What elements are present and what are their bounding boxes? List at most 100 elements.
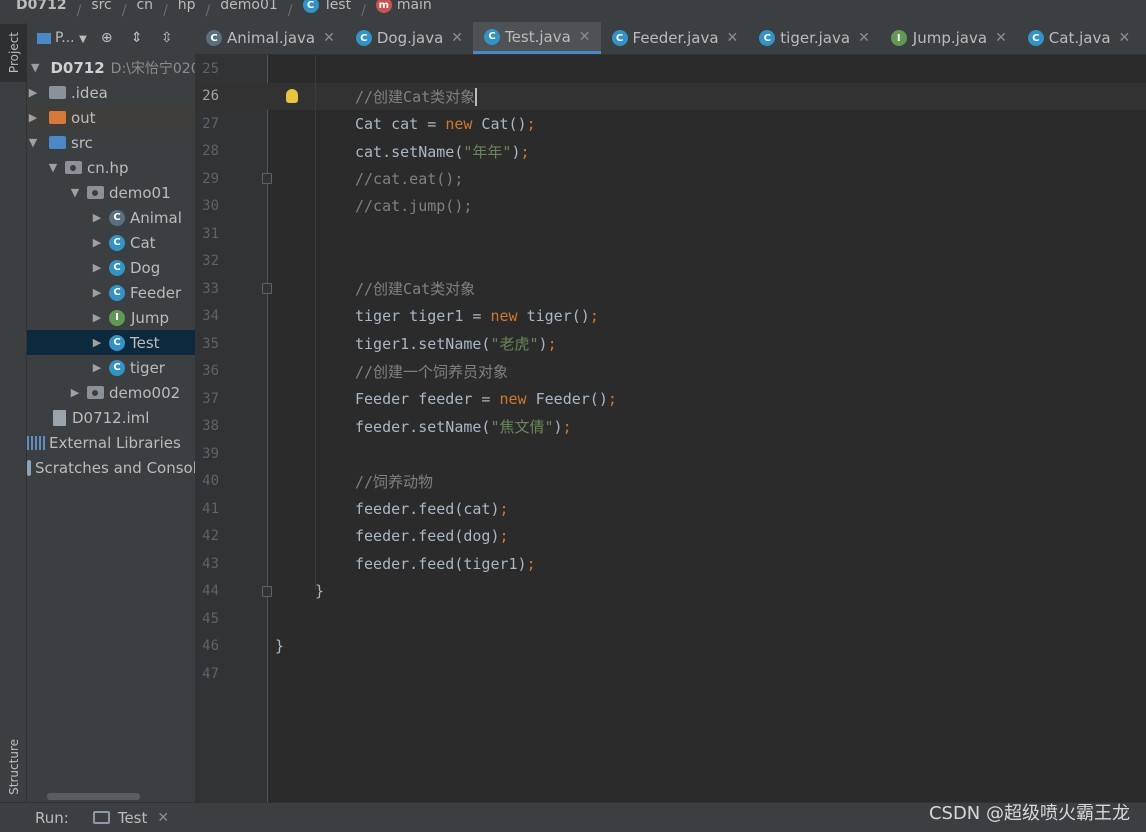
code-line[interactable]: 37 Feeder feeder = new Feeder(); [195, 385, 1146, 412]
code-line[interactable]: 39 [195, 440, 1146, 467]
breadcrumb-item-hp[interactable]: hp [178, 0, 196, 13]
chevron-down-icon: ▼ [79, 34, 87, 45]
fold-marker-icon[interactable] [262, 173, 272, 184]
close-icon[interactable]: ✕ [451, 30, 463, 46]
tree-item-label: Cat [130, 233, 156, 252]
close-icon[interactable]: ✕ [727, 30, 739, 46]
code-line[interactable]: 44} [195, 578, 1146, 605]
class-icon: C [109, 359, 125, 376]
tab-label: Jump.java [912, 29, 988, 47]
expand-all-icon[interactable]: ⇕ [127, 28, 147, 48]
breadcrumb-item-src[interactable]: src [91, 0, 111, 13]
tab-tiger-java[interactable]: C tiger.java ✕ [748, 22, 880, 54]
tab-label: Dog.java [376, 29, 444, 47]
tree-item-cat[interactable]: ▶ C Cat [27, 230, 195, 255]
package-icon [87, 386, 104, 399]
code-line[interactable]: 45 [195, 605, 1146, 632]
tree-item-dog[interactable]: ▶ C Dog [27, 255, 195, 280]
intention-bulb-icon[interactable] [286, 89, 298, 103]
code-line[interactable]: 30 //cat.jump(); [195, 193, 1146, 220]
chevron-right-icon: ▶ [92, 361, 102, 374]
editor-tab-bar: C Animal.java ✕ C Dog.java ✕ C Test.java… [195, 22, 1146, 55]
breadcrumb-item-project[interactable]: D0712 [16, 0, 67, 13]
tree-item-project-root[interactable]: ▼ D0712 D:\宋怡宁020 [27, 55, 195, 80]
code-line[interactable]: 33 //创建Cat类对象 [195, 275, 1146, 302]
breadcrumb-item-cn[interactable]: cn [136, 0, 153, 13]
tab-animal-java[interactable]: C Animal.java ✕ [195, 22, 345, 54]
code-line[interactable]: 32 [195, 248, 1146, 275]
code-line[interactable]: 29 //cat.eat(); [195, 165, 1146, 192]
code-line[interactable]: 46} [195, 633, 1146, 660]
tree-item-cn-hp[interactable]: ▼ cn.hp [27, 155, 195, 180]
tree-item-idea[interactable]: ▶ .idea [27, 80, 195, 105]
code-text: } [275, 637, 285, 655]
code-editor[interactable]: 25 26 //创建Cat类对象 27 Cat cat = new Cat(); 28 ca… [195, 55, 1146, 802]
code-line[interactable]: 34 tiger tiger1 = new tiger(); [195, 303, 1146, 330]
code-line[interactable]: 31 [195, 220, 1146, 247]
code-line[interactable]: 36 //创建一个饲养员对象 [195, 358, 1146, 385]
tree-item-demo01[interactable]: ▼ demo01 [27, 180, 195, 205]
horizontal-scrollbar[interactable] [47, 793, 140, 800]
breadcrumb-item-test[interactable]: C Test [302, 0, 351, 13]
chevron-right-icon: ▶ [92, 336, 102, 349]
run-tab-test[interactable]: Test ✕ [92, 809, 169, 827]
collapse-all-icon[interactable]: ⇳ [157, 28, 177, 48]
fold-marker-icon[interactable] [262, 585, 272, 597]
tree-item-src[interactable]: ▼ src [27, 130, 195, 155]
abstract-class-icon: C [206, 30, 222, 46]
breadcrumb-item-main[interactable]: m main [375, 0, 432, 13]
close-icon[interactable]: ✕ [157, 810, 169, 826]
project-tool-tab[interactable]: Project [0, 24, 27, 82]
class-icon: C [109, 284, 125, 301]
code-line[interactable]: 38 feeder.setName("焦文倩"); [195, 413, 1146, 440]
code-text: //创建Cat类对象 [355, 280, 476, 298]
structure-tool-tab[interactable]: Structure [0, 722, 27, 812]
code-line[interactable]: 40 //饲养动物 [195, 468, 1146, 495]
code-line[interactable]: 47 [195, 660, 1146, 687]
tree-item-iml[interactable]: D0712.iml [27, 405, 195, 430]
code-line[interactable]: 28 cat.setName("年年"); [195, 138, 1146, 165]
locate-icon[interactable]: ⊕ [97, 28, 117, 48]
line-number: 30 [202, 198, 219, 214]
code-line[interactable]: 26 //创建Cat类对象 [195, 82, 1146, 110]
code-text: tiger1.setName("老虎"); [355, 335, 557, 353]
code-line[interactable]: 42 feeder.feed(dog); [195, 523, 1146, 550]
tree-item-external-libraries[interactable]: External Libraries [27, 430, 195, 455]
code-text: tiger tiger1 = new tiger(); [355, 307, 599, 325]
code-line[interactable]: 25 [195, 55, 1146, 82]
abstract-class-icon: C [109, 209, 125, 226]
breadcrumb-item-demo01[interactable]: demo01 [220, 0, 278, 13]
tree-item-test[interactable]: ▶ C Test [27, 330, 195, 355]
close-icon[interactable]: ✕ [323, 30, 335, 46]
close-icon[interactable]: ✕ [579, 29, 591, 45]
tree-item-out[interactable]: ▶ out [27, 105, 195, 130]
view-selector[interactable]: P... ▼ [55, 30, 87, 46]
close-icon[interactable]: ✕ [995, 30, 1007, 46]
tree-item-tiger[interactable]: ▶ C tiger [27, 355, 195, 380]
tab-test-java[interactable]: C Test.java ✕ [473, 22, 601, 54]
code-line[interactable]: 35 tiger1.setName("老虎"); [195, 330, 1146, 357]
tree-item-scratches[interactable]: Scratches and Consoles [27, 455, 195, 480]
tab-cat-java[interactable]: C Cat.java ✕ [1017, 22, 1140, 54]
indent-guide [315, 55, 316, 590]
fold-marker-icon[interactable] [262, 283, 272, 294]
code-line[interactable]: 27 Cat cat = new Cat(); [195, 110, 1146, 137]
tree-item-animal[interactable]: ▶ C Animal [27, 205, 195, 230]
close-icon[interactable]: ✕ [1119, 30, 1131, 46]
runnable-class-icon: C [484, 28, 501, 45]
code-line[interactable]: 43 feeder.feed(tiger1); [195, 550, 1146, 577]
code-line[interactable]: 41 feeder.feed(cat); [195, 495, 1146, 522]
tab-dog-java[interactable]: C Dog.java ✕ [345, 22, 473, 54]
class-icon: C [611, 30, 628, 46]
code-text: //创建Cat类对象 [355, 87, 478, 106]
tab-feeder-java[interactable]: C Feeder.java ✕ [601, 22, 749, 54]
tab-jump-java[interactable]: I Jump.java ✕ [880, 22, 1017, 54]
tree-item-feeder[interactable]: ▶ C Feeder [27, 280, 195, 305]
tree-item-jump[interactable]: ▶ I Jump [27, 305, 195, 330]
package-icon [65, 161, 82, 174]
chevron-right-icon: ▶ [28, 111, 38, 124]
close-icon[interactable]: ✕ [858, 30, 870, 46]
code-text: feeder.feed(dog); [355, 527, 509, 545]
tree-item-demo002[interactable]: ▶ demo002 [27, 380, 195, 405]
chevron-down-icon: ▼ [31, 61, 40, 74]
